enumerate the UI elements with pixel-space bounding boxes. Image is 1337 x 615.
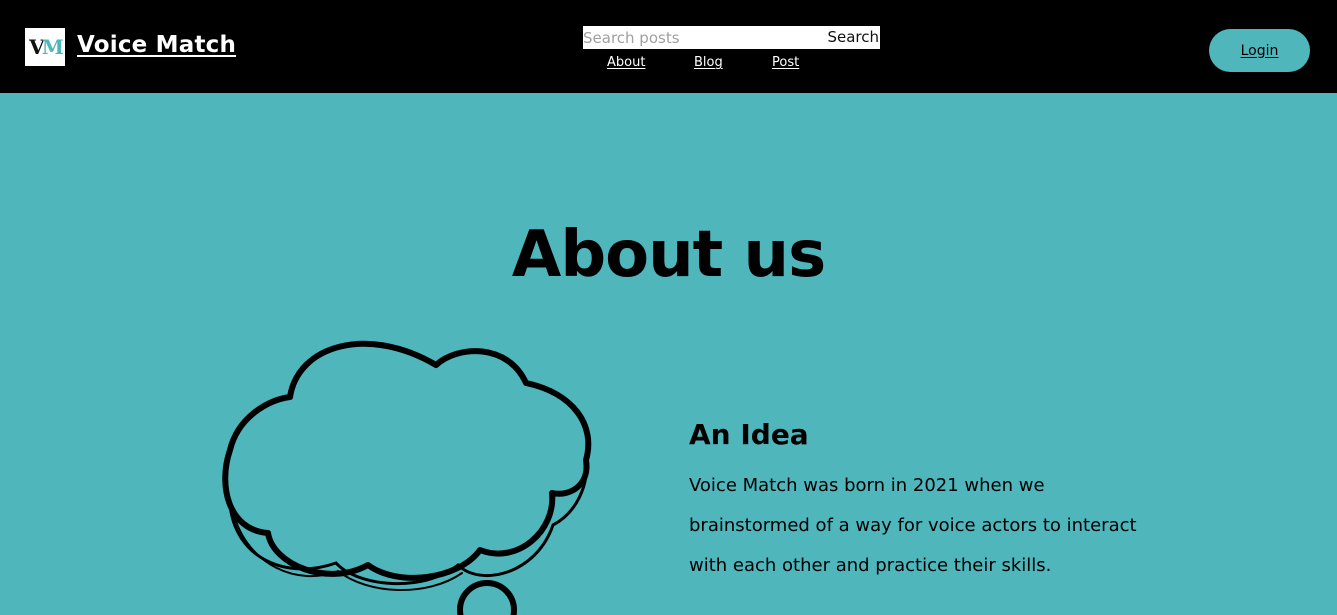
search-bar: Search <box>583 26 880 49</box>
page-title: About us <box>511 218 826 292</box>
login-button[interactable]: Login <box>1209 29 1310 72</box>
section-heading: An Idea <box>689 418 809 451</box>
site-header: VM Voice Match Search About Blog Post Lo… <box>0 0 1337 93</box>
nav-item-about[interactable]: About <box>607 55 645 70</box>
logo-letter-v: V <box>29 35 44 59</box>
search-input[interactable] <box>583 26 823 49</box>
thought-bubble-icon <box>222 340 592 615</box>
search-button[interactable]: Search <box>827 26 879 49</box>
nav-item-post[interactable]: Post <box>772 55 799 70</box>
logo-letter-m: M <box>41 35 64 59</box>
nav-item-blog[interactable]: Blog <box>694 55 723 70</box>
main-nav: About Blog Post <box>0 55 1337 75</box>
section-body: Voice Match was born in 2021 when we bra… <box>689 475 1137 576</box>
